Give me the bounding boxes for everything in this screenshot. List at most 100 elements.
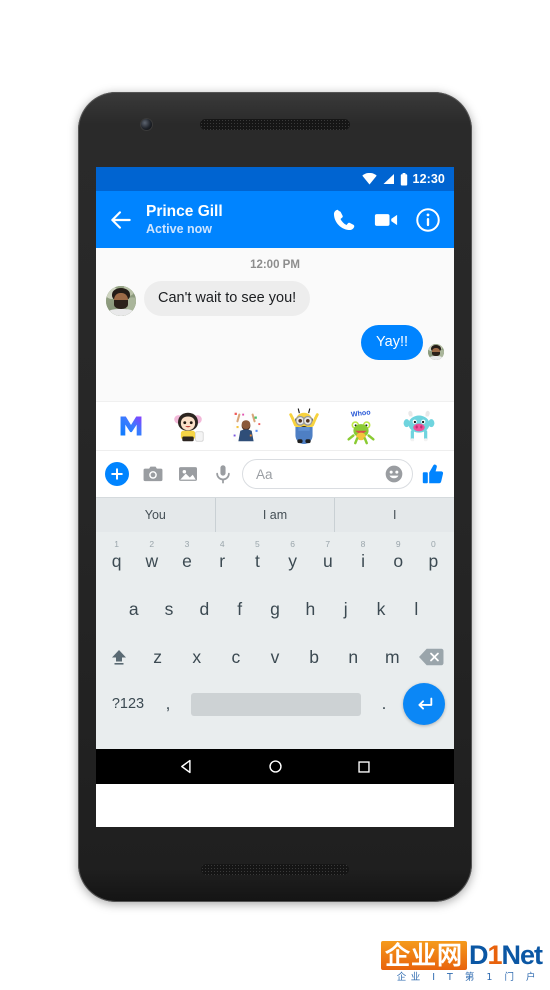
contact-avatar-mini [428, 344, 444, 360]
message-bubble-incoming[interactable]: Can't wait to see you! [144, 281, 311, 316]
chat-header: Prince Gill Active now [96, 191, 454, 248]
phone-call-icon[interactable] [330, 206, 358, 234]
message-bubble-outgoing[interactable]: Yay!! [361, 325, 423, 360]
contact-avatar[interactable] [106, 286, 136, 316]
enter-icon [418, 697, 433, 710]
key-d[interactable]: d [187, 585, 222, 633]
key-y-label: y [288, 551, 297, 571]
phone-screen: 12:30 Prince Gill Active now 12:00 PM Ca… [96, 167, 454, 827]
key-t-label: t [254, 551, 260, 571]
key-n[interactable]: n [334, 633, 373, 681]
suggestion-chip-0[interactable]: You [96, 498, 215, 532]
watermark: 企业网 D1Net 企业 I T 第 1 门 户 [380, 939, 543, 983]
key-i-label: i [361, 551, 365, 571]
suggestion-chip-2[interactable]: I [334, 498, 454, 532]
symbols-key[interactable]: ?123 [105, 696, 151, 712]
suggestion-chip-1[interactable]: I am [214, 498, 335, 532]
camera-icon[interactable] [142, 463, 164, 485]
key-k[interactable]: k [363, 585, 398, 633]
key-j[interactable]: j [328, 585, 363, 633]
sticker-cheering-kid[interactable] [169, 407, 207, 445]
key-p[interactable]: 0p [416, 537, 451, 585]
key-a[interactable]: a [116, 585, 151, 633]
key-p-number: 0 [431, 539, 436, 549]
watermark-brand-1: 1 [487, 939, 502, 970]
key-x[interactable]: x [177, 633, 216, 681]
wifi-icon [361, 173, 377, 185]
key-w-number: 2 [149, 539, 155, 549]
key-s[interactable]: s [151, 585, 186, 633]
on-screen-keyboard: 1q 2w 3e 4r 5t 6y 7u 8i 9o 0p a s d f g … [96, 532, 454, 749]
key-o-number: 9 [395, 539, 401, 549]
status-bar-clock: 12:30 [412, 172, 445, 186]
messenger-m-logo[interactable] [112, 407, 150, 445]
space-key[interactable] [191, 692, 361, 716]
key-w[interactable]: 2w [134, 537, 169, 585]
comma-key[interactable]: , [151, 694, 185, 714]
key-e[interactable]: 3e [169, 537, 204, 585]
thumbs-up-icon[interactable] [421, 462, 445, 486]
period-key[interactable]: . [367, 694, 401, 714]
sticker-minion[interactable] [285, 407, 323, 445]
key-y[interactable]: 6y [275, 537, 310, 585]
earpiece-speaker [200, 119, 350, 130]
sticker-confetti-celebration[interactable] [227, 407, 265, 445]
backspace-icon [419, 648, 444, 666]
add-icon[interactable] [105, 462, 129, 486]
key-u-number: 7 [325, 539, 331, 549]
volume-rocker-button[interactable] [78, 136, 82, 216]
sticker-tray: Whoo [96, 401, 454, 450]
keyboard-row-2: a s d f g h j k l [99, 585, 451, 633]
key-h[interactable]: h [293, 585, 328, 633]
header-title-block[interactable]: Prince Gill Active now [146, 202, 316, 237]
keyboard-row-4: ?123 , . [99, 681, 451, 727]
key-f[interactable]: f [222, 585, 257, 633]
watermark-brand-net: Net [501, 939, 543, 970]
key-z[interactable]: z [138, 633, 177, 681]
back-arrow-icon[interactable] [108, 207, 134, 233]
front-camera-icon [141, 119, 152, 130]
key-t[interactable]: 5t [240, 537, 275, 585]
key-g[interactable]: g [257, 585, 292, 633]
key-u[interactable]: 7u [310, 537, 345, 585]
watermark-logo-row: 企业网 D1Net [380, 939, 543, 970]
key-o[interactable]: 9o [381, 537, 416, 585]
key-p-label: p [428, 551, 439, 571]
watermark-chinese-name: 企业网 [380, 940, 467, 970]
sticker-blue-cow[interactable] [400, 407, 438, 445]
key-m[interactable]: m [373, 633, 412, 681]
enter-key[interactable] [403, 683, 445, 725]
key-i[interactable]: 8i [345, 537, 380, 585]
key-v[interactable]: v [255, 633, 294, 681]
info-icon[interactable] [414, 206, 442, 234]
backspace-key[interactable] [412, 647, 451, 667]
key-c[interactable]: c [216, 633, 255, 681]
message-input-field[interactable]: Aa [242, 459, 413, 489]
key-r[interactable]: 4r [205, 537, 240, 585]
key-q[interactable]: 1q [99, 537, 134, 585]
power-button[interactable] [78, 92, 82, 136]
watermark-subtitle: 企业 I T 第 1 门 户 [396, 971, 540, 983]
key-u-label: u [322, 551, 333, 571]
watermark-brand-d: D [468, 939, 488, 970]
message-composer: Aa [96, 450, 454, 497]
nav-back-icon[interactable] [178, 758, 195, 775]
key-b[interactable]: b [295, 633, 334, 681]
shift-key[interactable] [99, 647, 138, 667]
battery-icon [400, 172, 407, 185]
key-t-number: 5 [255, 539, 260, 549]
key-y-number: 6 [290, 539, 295, 549]
emoji-icon[interactable] [384, 464, 404, 484]
microphone-icon[interactable] [212, 463, 234, 485]
key-e-label: e [182, 551, 192, 571]
suggestion-bar: You I am I [96, 497, 454, 532]
sticker-whoo-hoo-frog[interactable]: Whoo [342, 407, 380, 445]
plus-glyph [111, 468, 123, 480]
gallery-icon[interactable] [177, 463, 199, 485]
nav-home-icon[interactable] [267, 758, 284, 775]
key-l[interactable]: l [399, 585, 434, 633]
nav-recents-icon[interactable] [356, 759, 372, 775]
keyboard-row-3: z x c v b n m [99, 633, 451, 681]
video-call-icon[interactable] [372, 206, 400, 234]
message-row-outgoing: Yay!! [96, 325, 454, 360]
